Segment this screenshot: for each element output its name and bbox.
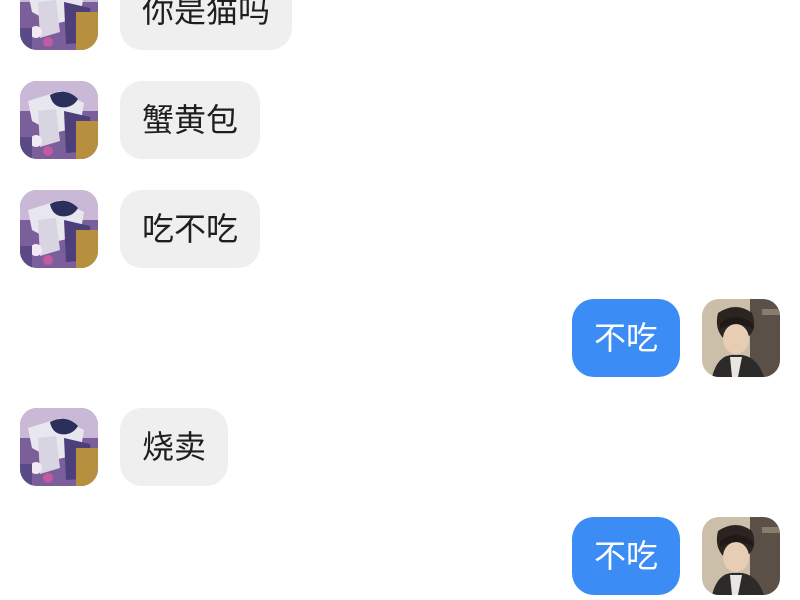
self-avatar[interactable] (702, 517, 780, 595)
contact-avatar[interactable] (20, 408, 98, 486)
self-avatar-image (702, 299, 780, 377)
contact-avatar-image (20, 190, 98, 268)
contact-avatar[interactable] (20, 190, 98, 268)
outgoing-message-bubble[interactable]: 不吃 (571, 517, 680, 595)
message-row-incoming: 蟹黄包 (0, 81, 800, 159)
message-row-incoming: 你是猫吗 (0, 0, 800, 50)
contact-avatar-image (20, 81, 98, 159)
self-avatar[interactable] (702, 299, 780, 377)
contact-avatar-image (20, 408, 98, 486)
message-row-outgoing: 不吃 (0, 517, 800, 595)
message-row-outgoing: 不吃 (0, 299, 800, 377)
incoming-message-bubble[interactable]: 你是猫吗 (120, 0, 293, 50)
contact-avatar[interactable] (20, 0, 98, 50)
self-avatar-image (702, 517, 780, 595)
contact-avatar[interactable] (20, 81, 98, 159)
incoming-message-bubble[interactable]: 蟹黄包 (120, 81, 261, 159)
message-row-incoming: 吃不吃 (0, 190, 800, 268)
contact-avatar-image (20, 0, 98, 50)
incoming-message-bubble[interactable]: 烧卖 (120, 408, 229, 486)
outgoing-message-bubble[interactable]: 不吃 (571, 299, 680, 377)
chat-message-list[interactable]: 你是猫吗 蟹黄包 吃不吃 不吃 烧卖 不吃 (0, 0, 800, 600)
incoming-message-bubble[interactable]: 吃不吃 (120, 190, 261, 268)
message-row-incoming: 烧卖 (0, 408, 800, 486)
